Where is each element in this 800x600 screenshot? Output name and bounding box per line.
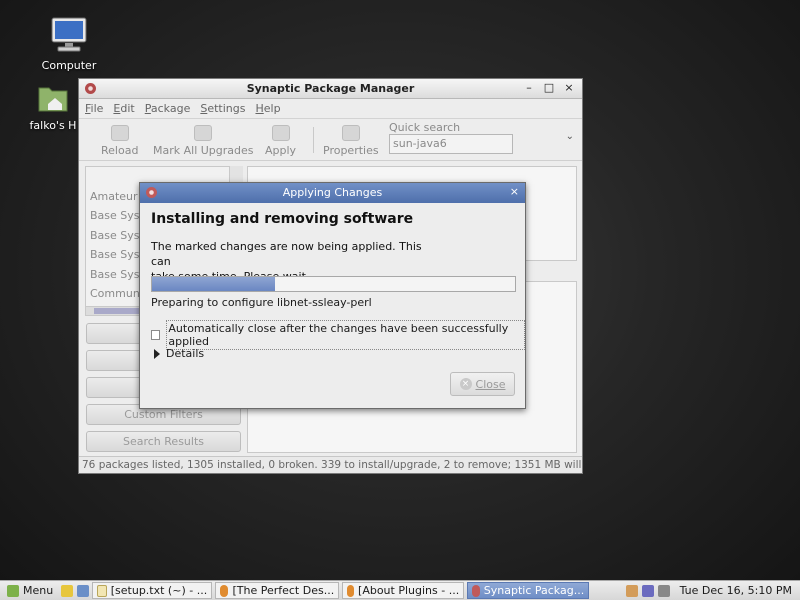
system-tray: Tue Dec 16, 5:10 PM [625,584,800,597]
home-folder-icon [38,87,68,112]
properties-button[interactable]: Properties [323,125,379,157]
task-label: [The Perfect Des... [232,584,335,597]
quick-search-label: Quick search [389,121,461,134]
menubar: File Edit Package Settings Help [79,99,582,119]
firefox-icon [347,584,355,597]
window-titlebar[interactable]: Synaptic Package Manager – □ × [79,79,582,99]
applying-changes-dialog: Applying Changes × Installing and removi… [139,182,526,409]
menu-help[interactable]: Help [255,102,280,115]
progress-status: Preparing to configure libnet-ssleay-per… [151,296,372,309]
minimize-button[interactable]: – [522,81,536,94]
auto-close-checkbox[interactable] [151,330,161,340]
details-expander[interactable]: Details [154,347,204,360]
text-editor-launcher-icon[interactable] [61,584,74,597]
message-line: The marked changes are now being applied… [151,240,422,268]
firefox-icon [220,584,229,597]
mark-upgrades-icon [194,125,213,141]
reload-icon [110,125,129,141]
task-label: Synaptic Packag... [483,584,585,597]
search-results-button[interactable]: Search Results [86,431,241,452]
mark-all-upgrades-button[interactable]: Mark All Upgrades [153,125,254,157]
properties-label: Properties [323,144,379,157]
task-synaptic[interactable]: Synaptic Packag... [467,582,590,599]
progress-bar [151,276,516,292]
show-desktop-icon[interactable] [77,584,90,597]
reload-button[interactable]: Reload [101,125,138,157]
network-icon[interactable] [625,584,638,597]
close-icon[interactable]: × [510,185,519,198]
menu-label: Menu [23,584,54,597]
close-button[interactable]: × Close [450,372,515,396]
apply-button[interactable]: Apply [265,125,296,157]
close-window-button[interactable]: × [562,81,576,94]
dialog-titlebar[interactable]: Applying Changes × [140,183,525,203]
auto-close-option[interactable]: Automatically close after the changes ha… [151,320,525,350]
properties-icon [341,125,360,141]
menu-button[interactable]: Menu [3,582,57,599]
desktop-icon-computer[interactable]: Computer [29,16,109,72]
maximize-button[interactable]: □ [542,81,556,94]
synaptic-app-icon [472,584,480,597]
task-label: [setup.txt (~) - ... [110,584,208,597]
update-icon[interactable] [641,584,654,597]
computer-icon [51,17,87,52]
auto-close-label[interactable]: Automatically close after the changes ha… [166,320,525,350]
menu-package[interactable]: Package [145,102,191,115]
close-icon: × [459,378,472,390]
task-about-plugins[interactable]: [About Plugins - ... [342,582,465,599]
progress-fill [152,277,276,291]
menu-edit[interactable]: Edit [113,102,134,115]
task-label: [About Plugins - ... [358,584,460,597]
menu-settings[interactable]: Settings [200,102,245,115]
quick-search-input[interactable]: sun-java6 [389,134,513,154]
mark-all-label: Mark All Upgrades [153,144,254,157]
clock[interactable]: Tue Dec 16, 5:10 PM [680,584,792,597]
text-file-icon [97,584,107,597]
details-label: Details [166,347,205,360]
dialog-heading: Installing and removing software [151,211,414,227]
desktop-icon-label: Computer [41,59,97,72]
task-perfect-desktop[interactable]: [The Perfect Des... [215,582,340,599]
statusbar: 76 packages listed, 1305 installed, 0 br… [79,456,582,473]
window-title: Synaptic Package Manager [246,82,415,95]
close-label: Close [475,377,506,391]
task-setup-txt[interactable]: [setup.txt (~) - ... [92,582,213,599]
taskbar: Menu [setup.txt (~) - ... [The Perfect D… [0,580,800,600]
reload-label: Reload [101,144,139,157]
menu-file[interactable]: File [85,102,103,115]
toolbar-separator [313,127,314,153]
chevron-down-icon[interactable]: ⌄ [566,131,574,142]
toolbar: Reload Mark All Upgrades Apply Propertie… [79,119,582,161]
expander-arrow-icon [154,348,160,359]
apply-label: Apply [265,144,297,157]
volume-icon[interactable] [657,584,670,597]
mint-menu-icon [7,584,19,597]
dialog-title: Applying Changes [282,186,383,199]
checkmark-icon [271,125,290,141]
